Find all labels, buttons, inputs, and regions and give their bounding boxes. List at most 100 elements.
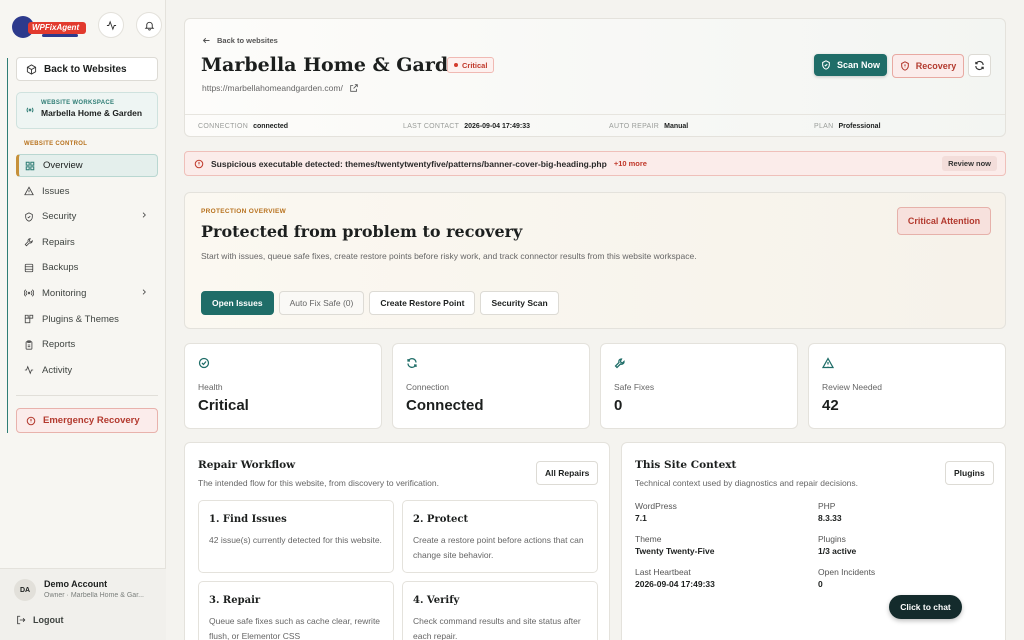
open-issues-button[interactable]: Open Issues xyxy=(201,291,274,315)
plugins-button[interactable]: Plugins xyxy=(945,461,994,485)
shield-alert-icon xyxy=(900,61,909,71)
account-panel: DA Demo Account Owner · Marbella Home & … xyxy=(0,568,166,640)
security-scan-button[interactable]: Security Scan xyxy=(480,291,559,315)
grid-icon xyxy=(25,161,35,170)
stat-card-health: Health Critical xyxy=(184,343,382,429)
activity-icon xyxy=(24,365,34,375)
sidebar-item-monitoring[interactable]: Monitoring xyxy=(16,282,158,305)
shield-icon xyxy=(822,60,830,70)
sidebar: WPFixAgent Back to Websites WEBSITE WORK… xyxy=(0,0,166,640)
sidebar-item-security[interactable]: Security xyxy=(16,205,158,228)
refresh-icon xyxy=(407,358,417,368)
review-now-button[interactable]: Review now xyxy=(942,156,997,171)
pulse-icon xyxy=(106,20,116,30)
wpfixagent-logo[interactable]: WPFixAgent xyxy=(12,12,86,38)
workflow-title: Repair Workflow xyxy=(198,459,296,471)
step-description: Check command results and site status af… xyxy=(413,616,581,640)
workflow-step-repair[interactable]: 3. Repair Queue safe fixes such as cache… xyxy=(198,581,394,640)
sidebar-item-label: Issues xyxy=(42,185,70,197)
sidebar-item-label: Activity xyxy=(42,364,73,376)
stat-card-connection: Connection Connected xyxy=(392,343,590,429)
sidebar-item-reports[interactable]: Reports xyxy=(16,333,158,356)
account-subtitle: Owner · Marbella Home & Gar... xyxy=(44,592,144,599)
context-key: PHP xyxy=(818,501,836,511)
sidebar-item-issues[interactable]: Issues xyxy=(16,180,158,203)
workflow-step-protect[interactable]: 2. Protect Create a restore point before… xyxy=(402,500,598,573)
sidebar-item-overview[interactable]: Overview xyxy=(16,154,158,177)
all-repairs-button[interactable]: All Repairs xyxy=(536,461,599,485)
site-meta-row: CONNECTION connected LAST CONTACT 2026-09-… xyxy=(185,114,1005,138)
chevron-right-icon xyxy=(142,212,146,218)
emergency-recovery-button[interactable]: Emergency Recovery xyxy=(16,408,158,433)
auto-fix-safe-button[interactable]: Auto Fix Safe (0) xyxy=(278,291,365,315)
chat-button[interactable]: Click to chat xyxy=(889,595,962,619)
plugin-icon xyxy=(24,314,34,324)
step-title: 3. Repair xyxy=(209,595,261,606)
website-workspace-card[interactable]: WEBSITE WORKSPACE Marbella Home & Garden xyxy=(16,92,158,129)
sidebar-item-repairs[interactable]: Repairs xyxy=(16,231,158,254)
context-value: 7.1 xyxy=(635,513,647,523)
protection-caption: PROTECTION OVERVIEW xyxy=(201,208,287,215)
chevron-right-icon xyxy=(142,289,146,295)
recovery-label: Recovery xyxy=(915,61,957,71)
sidebar-item-label: Overview xyxy=(43,160,83,171)
critical-attention-badge[interactable]: Critical Attention xyxy=(897,207,991,235)
back-to-websites-link[interactable]: Back to websites xyxy=(202,36,278,45)
context-value: 2026-09-04 17:49:33 xyxy=(635,579,715,589)
back-to-websites-button[interactable]: Back to Websites xyxy=(16,57,158,81)
sidebar-item-backups[interactable]: Backups xyxy=(16,256,158,279)
protection-title: Protected from problem to recovery xyxy=(201,222,523,241)
sidebar-item-label: Plugins & Themes xyxy=(42,313,119,325)
signal-icon xyxy=(24,289,34,298)
activity-pulse-button[interactable] xyxy=(98,12,124,38)
status-badge: Critical xyxy=(447,57,495,73)
status-dot xyxy=(454,63,458,67)
create-restore-point-button[interactable]: Create Restore Point xyxy=(369,291,476,315)
alert-circle-icon xyxy=(194,159,204,168)
sidebar-item-activity[interactable]: Activity xyxy=(16,359,158,382)
status-badge-label: Critical xyxy=(462,60,488,70)
sidebar-item-plugins-themes[interactable]: Plugins & Themes xyxy=(16,308,158,331)
logout-icon xyxy=(17,615,26,625)
step-description: Create a restore point before actions th… xyxy=(413,535,584,560)
step-description: 42 issue(s) currently detected for this … xyxy=(209,535,382,545)
back-to-websites-label: Back to Websites xyxy=(44,63,127,75)
logout-button[interactable]: Logout xyxy=(16,615,64,625)
warning-icon xyxy=(822,357,834,369)
sidebar-item-label: Reports xyxy=(42,339,76,351)
context-key: WordPress xyxy=(635,501,677,511)
meta-auto-repair: AUTO REPAIR Manual xyxy=(609,123,688,130)
protection-overview-card: PROTECTION OVERVIEW Protected from probl… xyxy=(184,192,1006,329)
sidebar-accent-line xyxy=(7,58,8,433)
context-wordpress: WordPress 7.1 xyxy=(635,501,677,523)
stat-value: Connected xyxy=(406,397,484,414)
scan-now-button[interactable]: Scan Now xyxy=(814,54,887,76)
meta-value: Professional xyxy=(838,123,881,130)
recovery-button[interactable]: Recovery xyxy=(892,54,964,78)
workflow-step-verify[interactable]: 4. Verify Check command results and site… xyxy=(402,581,598,640)
refresh-button[interactable] xyxy=(968,54,991,77)
workflow-step-find-issues[interactable]: 1. Find Issues 42 issue(s) currently det… xyxy=(198,500,394,573)
meta-value: connected xyxy=(253,123,289,130)
workspace-caption: WEBSITE WORKSPACE xyxy=(41,100,115,106)
context-value: 8.3.33 xyxy=(818,513,842,523)
context-theme: Theme Twenty Twenty-Five xyxy=(635,534,715,556)
repair-workflow-card: Repair Workflow The intended flow for th… xyxy=(184,442,610,640)
context-value: 0 xyxy=(818,579,823,589)
workspace-name: Marbella Home & Garden xyxy=(41,108,143,118)
workflow-subtitle: The intended flow for this website, from… xyxy=(198,478,439,488)
bell-icon xyxy=(144,21,154,31)
step-title: 4. Verify xyxy=(413,595,460,606)
context-open-incidents: Open Incidents 0 xyxy=(818,567,875,589)
step-title: 2. Protect xyxy=(413,514,469,525)
sidebar-divider xyxy=(16,395,158,396)
stat-card-safe-fixes: Safe Fixes 0 xyxy=(600,343,798,429)
context-value: 1/3 active xyxy=(818,546,857,556)
website-control-caption: WEBSITE CONTROL xyxy=(24,141,88,147)
meta-last-contact: LAST CONTACT 2026-09-04 17:49:33 xyxy=(403,123,530,130)
avatar[interactable]: DA xyxy=(14,579,36,601)
notifications-button[interactable] xyxy=(136,12,162,38)
site-url-link[interactable]: https://marbellahomeandgarden.com/ xyxy=(202,83,359,93)
meta-plan: PLAN Professional xyxy=(814,123,881,130)
step-title: 1. Find Issues xyxy=(209,514,287,525)
